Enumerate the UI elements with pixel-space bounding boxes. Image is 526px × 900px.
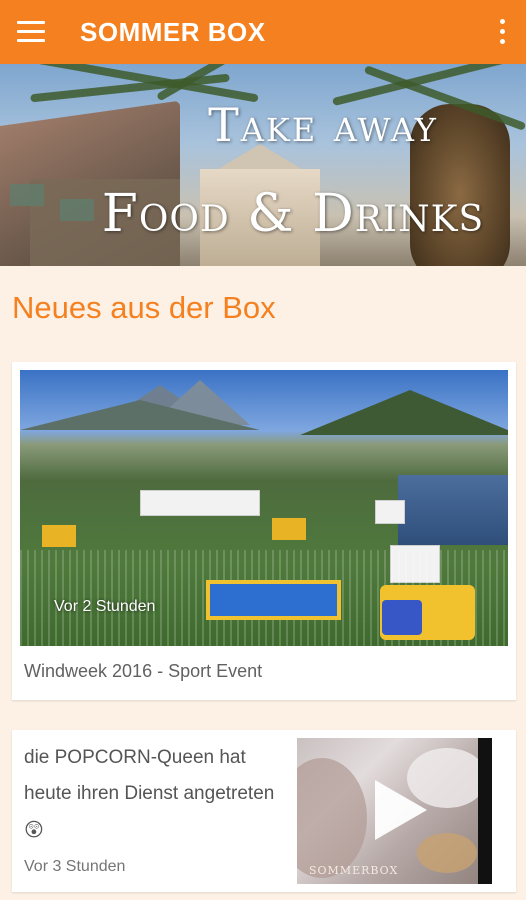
section-title: Neues aus der Box — [12, 290, 276, 325]
app-bar: SOMMER BOX — [0, 0, 526, 64]
surprised-emoji: 😲 — [24, 819, 44, 841]
app-title: SOMMER BOX — [80, 17, 266, 47]
post-text: die POPCORN-Queen hat heute ihren Dienst… — [24, 747, 275, 841]
post-card-2[interactable]: die POPCORN-Queen hat heute ihren Dienst… — [12, 730, 516, 892]
hamburger-menu-icon[interactable] — [10, 12, 52, 52]
post-timestamp: Vor 3 Stunden — [24, 858, 126, 875]
play-icon[interactable] — [375, 780, 427, 840]
banner-line-1: Take away — [208, 98, 438, 152]
post-card-1[interactable]: Vor 2 Stunden Windweek 2016 - Sport Even… — [12, 362, 516, 700]
pool — [206, 580, 341, 620]
post-image[interactable]: Vor 2 Stunden — [20, 370, 508, 646]
thumbnail-watermark: SOMMERBOX — [309, 864, 399, 877]
header-banner: Take away Food & Drinks — [0, 64, 526, 266]
post-timestamp: Vor 2 Stunden — [54, 598, 156, 615]
more-vert-icon[interactable] — [486, 12, 518, 52]
video-thumbnail[interactable]: SOMMERBOX — [297, 738, 492, 884]
banner-line-2: Food & Drinks — [101, 184, 485, 244]
post-caption: Windweek 2016 - Sport Event — [24, 661, 263, 681]
lake — [398, 475, 508, 545]
